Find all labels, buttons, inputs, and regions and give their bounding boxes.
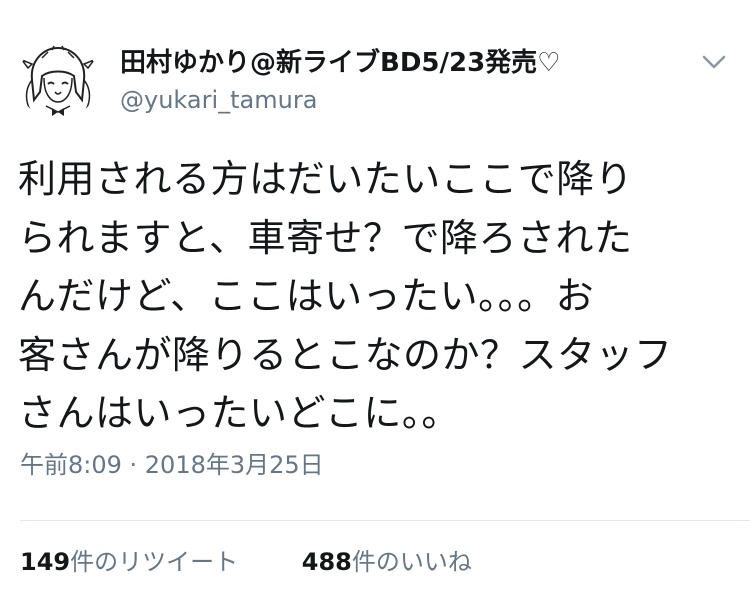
user-handle[interactable]: @yukari_tamura (120, 86, 317, 114)
retweet-count[interactable]: 149件のリツイート (20, 546, 238, 578)
tweet-text: 利用される方はだいたいここで降り られますと、車寄せ？で降ろされた んだけど、こ… (18, 157, 673, 435)
divider (20, 520, 750, 521)
retweet-number: 149 (20, 548, 71, 576)
tweet-menu-button[interactable] (696, 48, 732, 76)
display-name[interactable]: 田村ゆかり@新ライブBD5/23発売♡ (120, 48, 560, 78)
avatar-illustration-icon (19, 45, 97, 116)
like-count[interactable]: 488件のいいね (302, 546, 472, 578)
chevron-down-icon (702, 55, 726, 69)
tweet-stats: 149件のリツイート 488件のいいね (20, 546, 528, 578)
like-label: 件のいいね (351, 548, 472, 576)
avatar[interactable] (18, 40, 98, 120)
like-number: 488 (301, 548, 352, 576)
tweet-card: 田村ゆかり@新ライブBD5/23発売♡ @yukari_tamura 利用される… (0, 0, 750, 615)
tweet-timestamp[interactable]: 午前8:09 · 2018年3月25日 (20, 450, 324, 480)
retweet-label: 件のリツイート (70, 548, 239, 576)
